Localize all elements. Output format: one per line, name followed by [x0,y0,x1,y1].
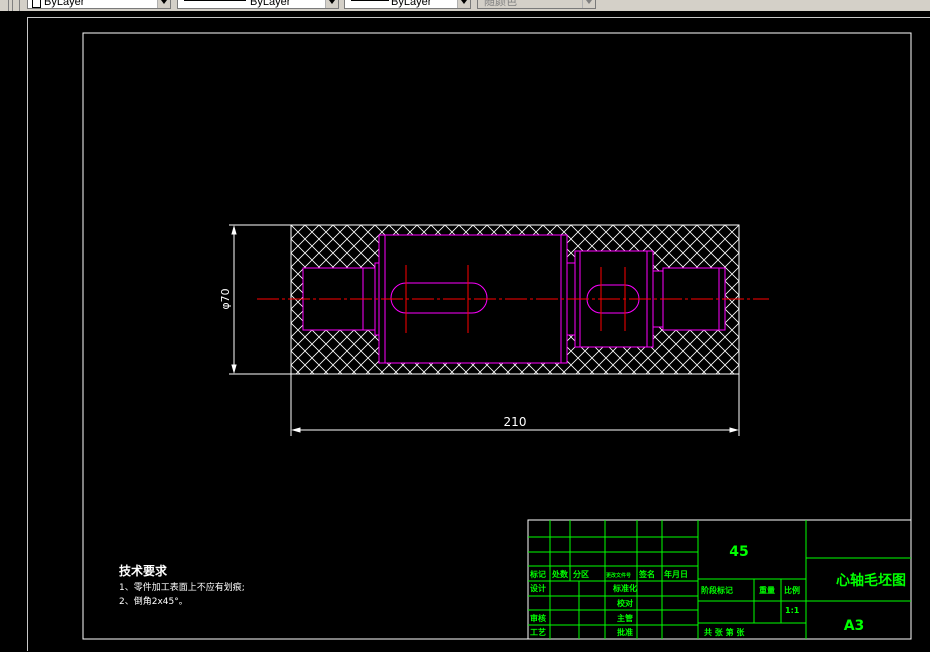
length-dimension-text: 210 [504,415,527,429]
linetype-preview-icon [184,0,246,1]
linetype-dropdown[interactable]: ByLayer [177,0,339,9]
chevron-down-icon[interactable] [325,0,338,8]
part-name: 心轴毛坯图 [836,572,906,589]
tb-label: 设计 [530,583,546,593]
tb-label: 校对 [617,598,633,608]
tech-req-item: 1、零件加工表面上不应有划痕; [119,581,245,593]
tb-label: 年月日 [664,569,688,579]
chevron-down-icon[interactable] [457,0,470,8]
tb-label: 签名 [638,569,655,579]
tb-label: 分区 [573,569,589,579]
plotstyle-dropdown[interactable]: 随颜色 [477,0,596,9]
tb-label: 重量 [759,585,775,595]
tech-req-item: 2、倒角2x45°。 [119,595,188,607]
tech-req-title: 技术要求 [119,563,168,578]
cad-drawing: φ70 210 技术要求 1、零件加工表面上不应有划痕; 2、倒角2x45°。 [82,32,912,640]
tb-label: 标记 [529,569,546,579]
color-value: ByLayer [44,0,85,8]
chevron-down-icon[interactable] [582,0,595,8]
tb-label: 审核 [530,613,546,623]
plotstyle-value: 随颜色 [484,0,517,8]
drawing-size: A3 [844,618,865,634]
chevron-down-icon[interactable] [157,0,170,8]
color-dropdown[interactable]: ByLayer [27,0,171,9]
tb-label: 主管 [617,613,633,623]
tb-label: 共 张 第 张 [704,627,745,637]
material-value: 45 [729,544,748,560]
toolbar-grip[interactable] [0,0,20,11]
title-block: 标记 处数 分区 更改文件号 签名 年月日 设计 标准化 校对 审核 主管 工艺… [527,519,912,640]
lineweight-preview-icon [351,0,389,1]
tb-label: 工艺 [530,627,546,637]
tb-label: 阶段标记 [701,585,733,595]
lineweight-dropdown[interactable]: ByLayer [344,0,471,9]
lineweight-value: ByLayer [391,0,432,8]
drawing-viewport[interactable]: φ70 210 技术要求 1、零件加工表面上不应有划痕; 2、倒角2x45°。 [27,17,930,651]
diameter-dimension-text: φ70 [219,288,232,309]
tb-scale-value: 1:1 [785,606,800,615]
tb-label: 标准化 [612,583,637,593]
tb-label: 比例 [784,585,800,595]
tb-label: 处数 [551,569,569,579]
linetype-value: ByLayer [250,0,291,8]
properties-toolbar: ByLayer ByLayer ByLayer 随颜色 [0,0,930,11]
technical-requirements: 技术要求 1、零件加工表面上不应有划痕; 2、倒角2x45°。 [119,563,245,607]
tb-label: 批准 [617,627,633,637]
tb-label: 更改文件号 [606,572,631,579]
color-swatch-icon [32,0,41,8]
